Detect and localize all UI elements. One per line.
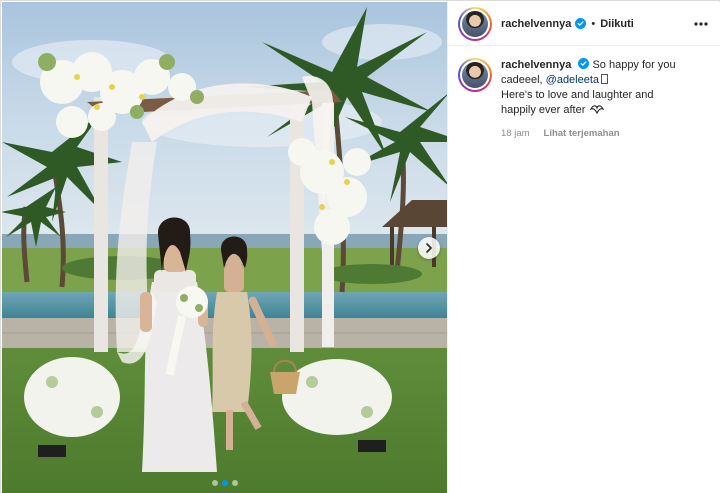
caption-body: rachelvennya So happy for you cadeeel, @… [501,58,701,141]
caption-author-username[interactable]: rachelvennya [501,59,571,71]
next-slide-button[interactable] [418,237,440,259]
caption-line-4: happily ever after [501,104,586,116]
wedding-photo-illustration [2,2,447,493]
follow-status-button[interactable]: Diikuti [600,18,634,30]
caption-author-avatar[interactable] [458,58,492,92]
author-avatar[interactable] [458,6,492,41]
carousel-dot [211,480,218,486]
doves-icon [590,105,605,115]
see-translation-link[interactable]: Lihat terjemahan [544,126,620,141]
post-side-panel: rachelvennya • Diikuti rachelvennya So h… [447,2,720,493]
mention-link[interactable]: @adeleeta [546,74,599,86]
carousel-dot [231,480,238,486]
caption-line-2: cadeeel, [501,74,543,86]
caption-line-1: So happy for you [592,59,676,71]
more-options-button[interactable] [692,15,710,33]
chevron-right-icon [426,243,432,253]
separator-bullet: • [591,17,596,30]
more-options-icon [694,21,708,26]
caption-comment: rachelvennya So happy for you cadeeel, @… [448,46,720,141]
caption-meta: 18 jam Lihat terjemahan [501,126,701,141]
post-photo[interactable] [2,2,447,493]
post-time: 18 jam [501,128,530,139]
carousel-indicator [2,480,447,486]
instagram-post-modal: rachelvennya • Diikuti rachelvennya So h… [0,0,720,493]
caption-line-3: Here's to love and laughter and [501,89,654,101]
verified-badge-icon [575,18,587,29]
post-header: rachelvennya • Diikuti [448,2,720,46]
missing-glyph-icon [601,74,609,84]
carousel-dot-active [221,480,228,486]
author-username[interactable]: rachelvennya [501,18,571,30]
verified-badge-icon [578,58,590,69]
